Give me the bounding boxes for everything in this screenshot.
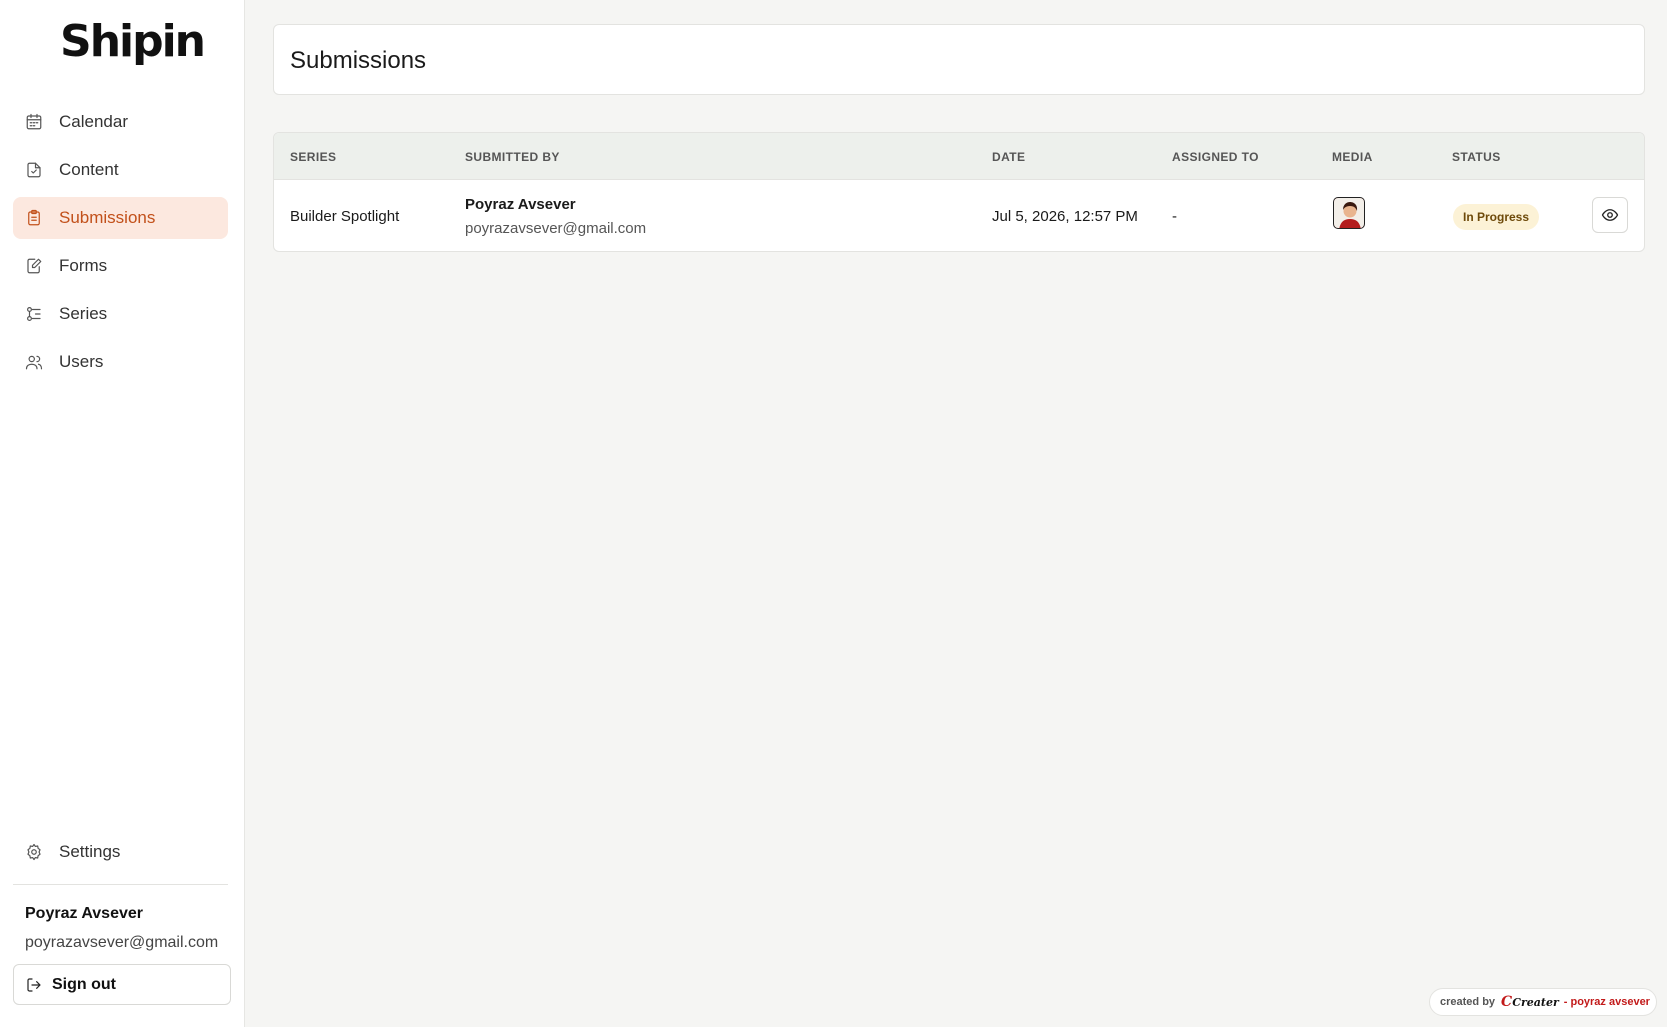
submissions-table: SERIES SUBMITTED BY DATE ASSIGNED TO MED… <box>273 132 1645 252</box>
column-header-date: DATE <box>992 150 1026 164</box>
cell-assigned-to: - <box>1172 208 1177 225</box>
sidebar-item-settings[interactable]: Settings <box>13 831 228 873</box>
sidebar: Shipin Calendar Content Submissions Form… <box>0 0 245 1027</box>
avatar-image <box>1334 198 1364 228</box>
status-badge: In Progress <box>1453 204 1540 230</box>
sidebar-item-users[interactable]: Users <box>13 341 228 383</box>
sidebar-item-series[interactable]: Series <box>13 293 228 335</box>
form-edit-icon <box>25 257 43 275</box>
credit-prefix: created by <box>1440 996 1496 1008</box>
creator-logo: CCreater <box>1501 994 1559 1010</box>
eye-icon <box>1601 209 1619 221</box>
sidebar-item-submissions[interactable]: Submissions <box>13 197 228 239</box>
sidebar-item-label: Forms <box>59 256 108 275</box>
sidebar-item-forms[interactable]: Forms <box>13 245 228 287</box>
credit-author: - poyraz avsever <box>1563 996 1650 1008</box>
settings-section: Settings <box>13 831 228 879</box>
cell-series: Builder Spotlight <box>290 208 400 225</box>
sidebar-item-label: Series <box>59 304 108 323</box>
document-icon <box>25 161 43 179</box>
column-header-submitted-by: SUBMITTED BY <box>465 150 560 164</box>
cell-date: Jul 5, 2026, 12:57 PM <box>992 208 1138 225</box>
column-header-media: MEDIA <box>1332 150 1373 164</box>
sidebar-item-label: Submissions <box>59 208 156 227</box>
cell-submitter-name: Poyraz Avsever <box>465 196 576 213</box>
sidebar-divider <box>13 884 228 885</box>
sidebar-item-label: Calendar <box>59 112 128 131</box>
sidebar-item-label: Users <box>59 352 104 371</box>
current-user-email: poyrazavsever@gmail.com <box>25 934 219 951</box>
sign-out-icon <box>27 977 41 992</box>
column-header-series: SERIES <box>290 150 337 164</box>
media-thumbnail[interactable] <box>1333 197 1365 229</box>
table-header: SERIES SUBMITTED BY DATE ASSIGNED TO MED… <box>274 133 1644 180</box>
users-icon <box>25 353 43 371</box>
sidebar-item-content[interactable]: Content <box>13 149 228 191</box>
gear-icon <box>25 843 43 861</box>
page-header: Submissions <box>273 24 1645 95</box>
credit-badge[interactable]: created by CCreater - poyraz avsever <box>1429 988 1657 1016</box>
brand-logo[interactable]: Shipin <box>60 16 206 67</box>
series-icon <box>25 305 43 323</box>
calendar-icon <box>25 113 43 131</box>
column-header-status: STATUS <box>1452 150 1501 164</box>
sign-out-label: Sign out <box>52 975 116 993</box>
sidebar-nav: Calendar Content Submissions Forms Serie… <box>13 101 228 389</box>
sidebar-item-calendar[interactable]: Calendar <box>13 101 228 143</box>
current-user-name: Poyraz Avsever <box>25 905 143 922</box>
clipboard-icon <box>25 209 43 227</box>
sign-out-button[interactable]: Sign out <box>13 964 231 1005</box>
sidebar-item-label: Settings <box>59 842 121 861</box>
cell-submitter-email: poyrazavsever@gmail.com <box>465 220 647 237</box>
view-submission-button[interactable] <box>1592 197 1628 233</box>
sidebar-item-label: Content <box>59 160 119 179</box>
page-title: Submissions <box>290 47 427 74</box>
column-header-assigned-to: ASSIGNED TO <box>1172 150 1259 164</box>
